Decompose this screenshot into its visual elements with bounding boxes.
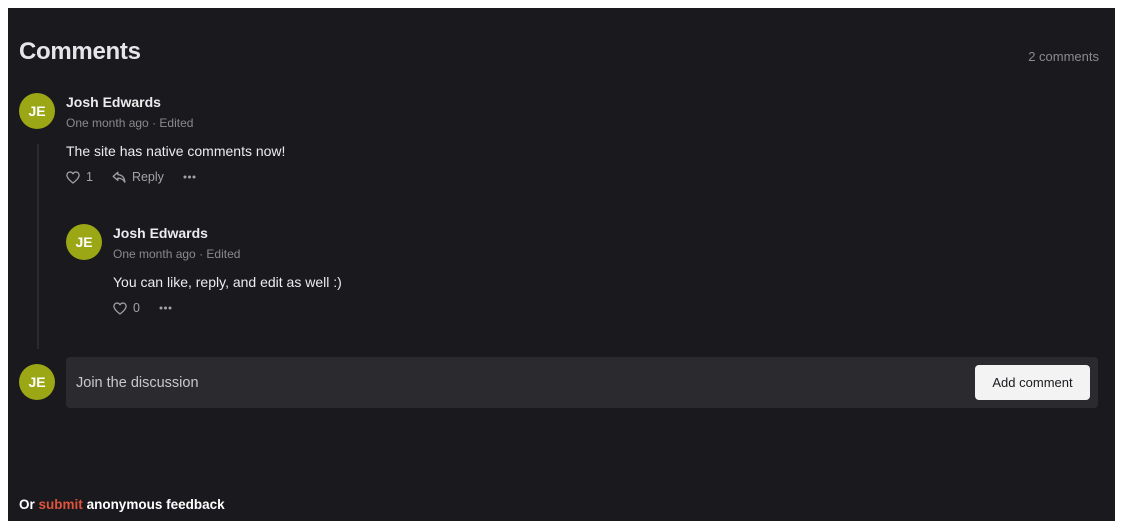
thread-line [37,144,39,349]
comment-actions: 1 Reply [66,170,196,184]
comment-author[interactable]: Josh Edwards [113,225,208,241]
comment-composer[interactable]: Join the discussion Add comment [66,357,1098,408]
add-comment-button[interactable]: Add comment [975,365,1090,400]
comment-actions: 0 [113,301,172,315]
ellipsis-icon [159,306,172,310]
edited-label: Edited [159,116,194,130]
reply-button[interactable]: Reply [112,170,164,184]
comment-time[interactable]: One month ago [113,247,196,261]
comment-input-placeholder[interactable]: Join the discussion [76,375,199,391]
heart-icon [66,170,80,184]
comment-time[interactable]: One month ago [66,116,149,130]
like-button[interactable]: 0 [113,301,140,315]
avatar[interactable]: JE [66,224,102,260]
current-user-avatar: JE [19,364,55,400]
comments-panel: Comments 2 comments JE Josh Edwards One … [8,8,1115,521]
footer-suffix: anonymous feedback [86,497,225,512]
footer-prefix: Or [19,497,35,512]
comments-header: Comments 2 comments [19,38,1099,70]
reply-label: Reply [131,170,164,184]
edited-label: Edited [206,247,241,261]
avatar[interactable]: JE [19,93,55,129]
heart-icon [113,301,127,315]
meta-separator: · [199,247,204,261]
reply-icon [112,171,126,183]
comments-title: Comments [19,38,141,65]
submit-feedback-link[interactable]: submit [39,497,83,512]
more-options-button[interactable] [183,175,196,179]
comment-text: You can like, reply, and edit as well :) [113,274,342,290]
meta-separator: · [152,116,157,130]
comments-count: 2 comments [1028,49,1099,64]
more-options-button[interactable] [159,306,172,310]
comment-text: The site has native comments now! [66,143,286,159]
comment-meta: One month ago · Edited [66,116,193,130]
like-button[interactable]: 1 [66,170,93,184]
ellipsis-icon [183,175,196,179]
like-count: 1 [86,170,93,184]
anonymous-feedback-note: Or submit anonymous feedback [19,497,225,512]
like-count: 0 [133,301,140,315]
comment-meta: One month ago · Edited [113,247,240,261]
comment-author[interactable]: Josh Edwards [66,94,161,110]
